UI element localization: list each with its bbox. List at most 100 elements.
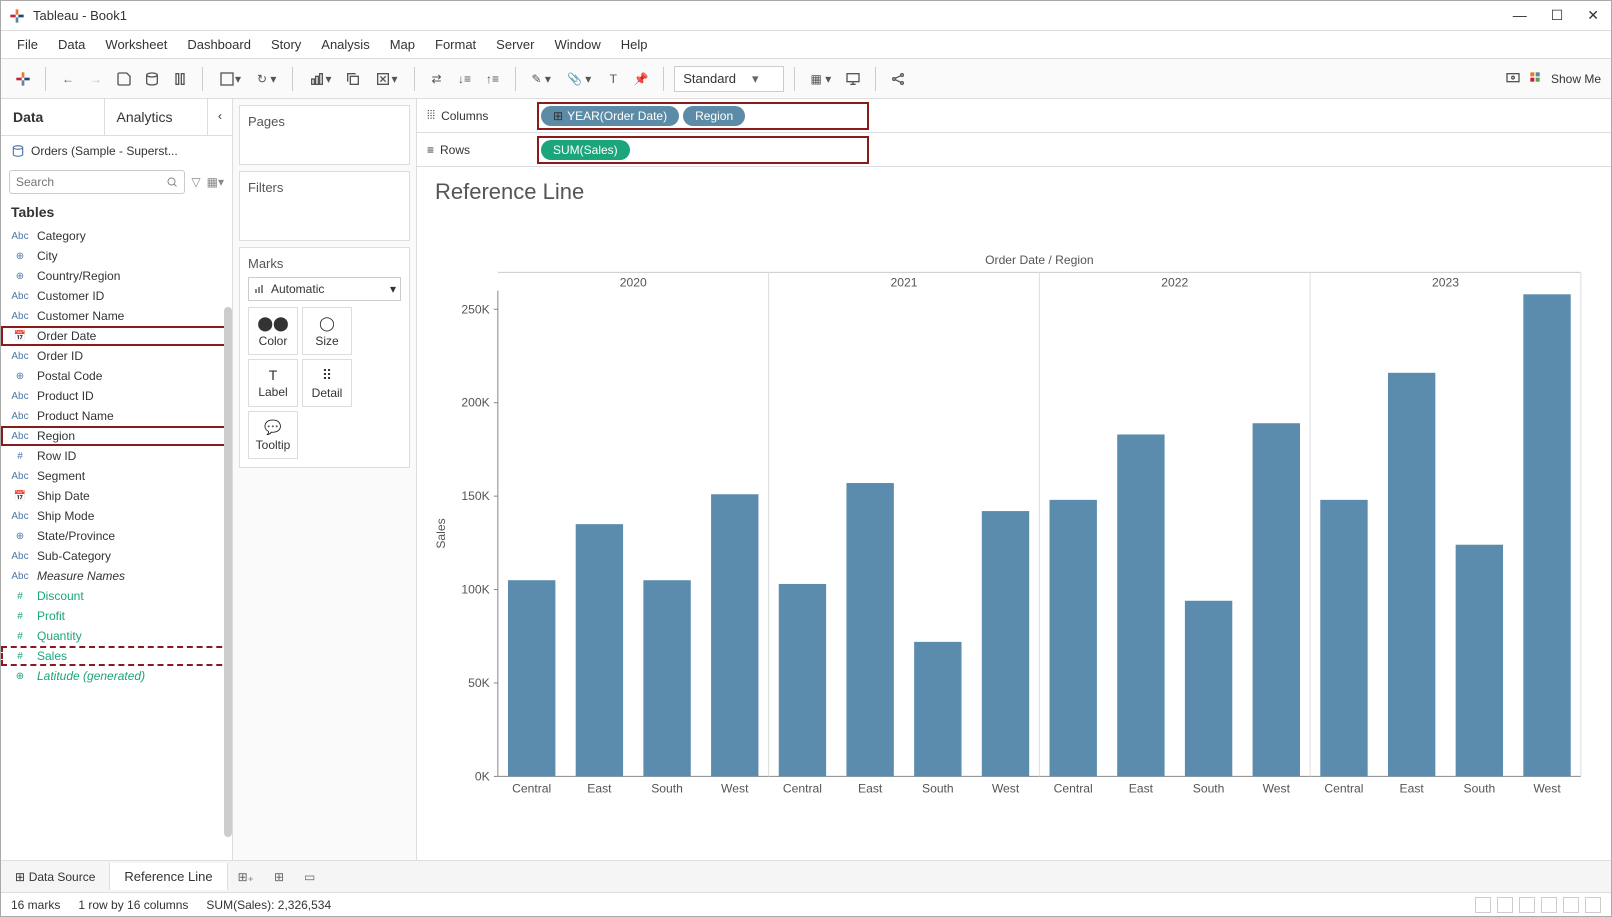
mark-size-button[interactable]: ◯Size bbox=[302, 307, 352, 355]
menu-format[interactable]: Format bbox=[425, 33, 486, 56]
pin-button[interactable]: 📌 bbox=[629, 67, 653, 91]
search-input[interactable] bbox=[9, 170, 185, 194]
svg-text:200K: 200K bbox=[461, 396, 489, 410]
sort-asc-button[interactable]: ↓≡ bbox=[453, 67, 477, 91]
status-marks: 16 marks bbox=[11, 898, 60, 912]
columns-shelf[interactable]: ⦙⦙⦙Columns ⊞YEAR(Order Date)Region bbox=[417, 99, 1611, 133]
new-story-tab-button[interactable]: ▭ bbox=[294, 864, 325, 890]
filter-icon[interactable]: ▽ bbox=[191, 175, 200, 189]
tab-sheet-1[interactable]: Reference Line bbox=[110, 863, 227, 890]
field-postal-code[interactable]: ⊕Postal Code bbox=[1, 366, 232, 386]
window-maximize-button[interactable]: ☐ bbox=[1551, 7, 1564, 24]
menu-worksheet[interactable]: Worksheet bbox=[95, 33, 177, 56]
marks-type-select[interactable]: Automatic ▾ bbox=[248, 277, 401, 301]
pill-sum-sales-[interactable]: SUM(Sales) bbox=[541, 140, 630, 160]
new-worksheet-tab-button[interactable]: ⊞₊ bbox=[228, 864, 264, 890]
presentation-button[interactable] bbox=[841, 67, 865, 91]
new-datasource-button[interactable] bbox=[140, 67, 164, 91]
labels-button[interactable]: T bbox=[601, 67, 625, 91]
field-order-id[interactable]: AbcOrder ID bbox=[1, 346, 232, 366]
rows-shelf[interactable]: ≡Rows SUM(Sales) bbox=[417, 133, 1611, 167]
field-ship-mode[interactable]: AbcShip Mode bbox=[1, 506, 232, 526]
tab-data[interactable]: Data bbox=[1, 99, 105, 135]
pages-card[interactable]: Pages bbox=[239, 105, 410, 165]
new-dashboard-tab-button[interactable]: ⊞ bbox=[264, 864, 294, 890]
menu-map[interactable]: Map bbox=[380, 33, 425, 56]
title-bar: Tableau - Book1 — ☐ ✕ bbox=[1, 1, 1611, 31]
pill-region[interactable]: Region bbox=[683, 106, 745, 126]
view-options-icon[interactable]: ▦▾ bbox=[207, 175, 224, 189]
mark-label-button[interactable]: TLabel bbox=[248, 359, 298, 407]
pause-updates-button[interactable] bbox=[168, 67, 192, 91]
back-button[interactable]: ← bbox=[56, 67, 80, 91]
menu-story[interactable]: Story bbox=[261, 33, 311, 56]
highlight-button[interactable]: ✎ ▾ bbox=[526, 67, 557, 91]
tab-data-source[interactable]: ⊞ Data Source bbox=[1, 863, 110, 890]
menu-file[interactable]: File bbox=[7, 33, 48, 56]
menu-data[interactable]: Data bbox=[48, 33, 95, 56]
field-ship-date[interactable]: 📅Ship Date bbox=[1, 486, 232, 506]
field-category[interactable]: AbcCategory bbox=[1, 226, 232, 246]
share-button[interactable] bbox=[886, 67, 910, 91]
group-button[interactable]: 📎 ▾ bbox=[561, 67, 597, 91]
fit-select[interactable]: Standard bbox=[674, 66, 783, 92]
mark-color-button[interactable]: ⬤⬤Color bbox=[248, 307, 298, 355]
show-cards-button[interactable]: ▦ ▾ bbox=[805, 67, 838, 91]
field-discount[interactable]: #Discount bbox=[1, 586, 232, 606]
swap-button[interactable]: ⇄ bbox=[425, 67, 449, 91]
field-product-id[interactable]: AbcProduct ID bbox=[1, 386, 232, 406]
nav-first-icon[interactable] bbox=[1475, 897, 1491, 913]
filters-card[interactable]: Filters bbox=[239, 171, 410, 241]
menu-server[interactable]: Server bbox=[486, 33, 544, 56]
nav-prev-icon[interactable] bbox=[1497, 897, 1513, 913]
collapse-pane-button[interactable]: ‹ bbox=[208, 99, 232, 135]
window-close-button[interactable]: ✕ bbox=[1587, 7, 1599, 24]
save-button[interactable] bbox=[112, 67, 136, 91]
field-sub-category[interactable]: AbcSub-Category bbox=[1, 546, 232, 566]
clear-button[interactable]: ▾ bbox=[369, 67, 403, 91]
forward-button[interactable]: → bbox=[84, 67, 108, 91]
menu-analysis[interactable]: Analysis bbox=[311, 33, 379, 56]
field-type-icon: ⊕ bbox=[11, 671, 29, 682]
duplicate-button[interactable] bbox=[341, 67, 365, 91]
nav-next-icon[interactable] bbox=[1519, 897, 1535, 913]
tab-analytics[interactable]: Analytics bbox=[105, 99, 209, 135]
field-quantity[interactable]: #Quantity bbox=[1, 626, 232, 646]
pill-year-order-date-[interactable]: ⊞YEAR(Order Date) bbox=[541, 106, 679, 126]
sort-desc-button[interactable]: ↑≡ bbox=[481, 67, 505, 91]
mark-detail-button[interactable]: ⠿Detail bbox=[302, 359, 352, 407]
field-city[interactable]: ⊕City bbox=[1, 246, 232, 266]
menu-help[interactable]: Help bbox=[611, 33, 658, 56]
field-row-id[interactable]: #Row ID bbox=[1, 446, 232, 466]
field-customer-id[interactable]: AbcCustomer ID bbox=[1, 286, 232, 306]
new-sheet-button[interactable]: ▾ bbox=[303, 67, 337, 91]
refresh-button[interactable]: ↻ ▾ bbox=[251, 67, 282, 91]
show-me-button[interactable]: Show Me bbox=[1529, 71, 1601, 87]
field-segment[interactable]: AbcSegment bbox=[1, 466, 232, 486]
scrollbar-thumb[interactable] bbox=[224, 307, 232, 837]
bar-chart[interactable]: Order Date / Region0K50K100K150K200K250K… bbox=[427, 217, 1591, 850]
field-customer-name[interactable]: AbcCustomer Name bbox=[1, 306, 232, 326]
field-type-icon: Abc bbox=[11, 411, 29, 422]
window-minimize-button[interactable]: — bbox=[1513, 7, 1527, 24]
field-region[interactable]: AbcRegion bbox=[1, 426, 232, 446]
viz-title[interactable]: Reference Line bbox=[417, 167, 1611, 217]
menu-dashboard[interactable]: Dashboard bbox=[177, 33, 261, 56]
menu-window[interactable]: Window bbox=[544, 33, 610, 56]
datasource-item[interactable]: Orders (Sample - Superst... bbox=[1, 136, 232, 166]
field-sales[interactable]: #Sales bbox=[1, 646, 232, 666]
field-country-region[interactable]: ⊕Country/Region bbox=[1, 266, 232, 286]
new-worksheet-button[interactable]: ▾ bbox=[213, 67, 247, 91]
field-measure-names[interactable]: AbcMeasure Names bbox=[1, 566, 232, 586]
field-latitude-generated-[interactable]: ⊕Latitude (generated) bbox=[1, 666, 232, 686]
field-product-name[interactable]: AbcProduct Name bbox=[1, 406, 232, 426]
nav-last-icon[interactable] bbox=[1541, 897, 1557, 913]
field-profit[interactable]: #Profit bbox=[1, 606, 232, 626]
field-state-province[interactable]: ⊕State/Province bbox=[1, 526, 232, 546]
view-full-icon[interactable] bbox=[1585, 897, 1601, 913]
svg-text:2023: 2023 bbox=[1432, 276, 1459, 290]
guide-me-button[interactable] bbox=[1501, 67, 1525, 91]
view-grid-icon[interactable] bbox=[1563, 897, 1579, 913]
field-order-date[interactable]: 📅Order Date bbox=[1, 326, 232, 346]
mark-tooltip-button[interactable]: 💬Tooltip bbox=[248, 411, 298, 459]
